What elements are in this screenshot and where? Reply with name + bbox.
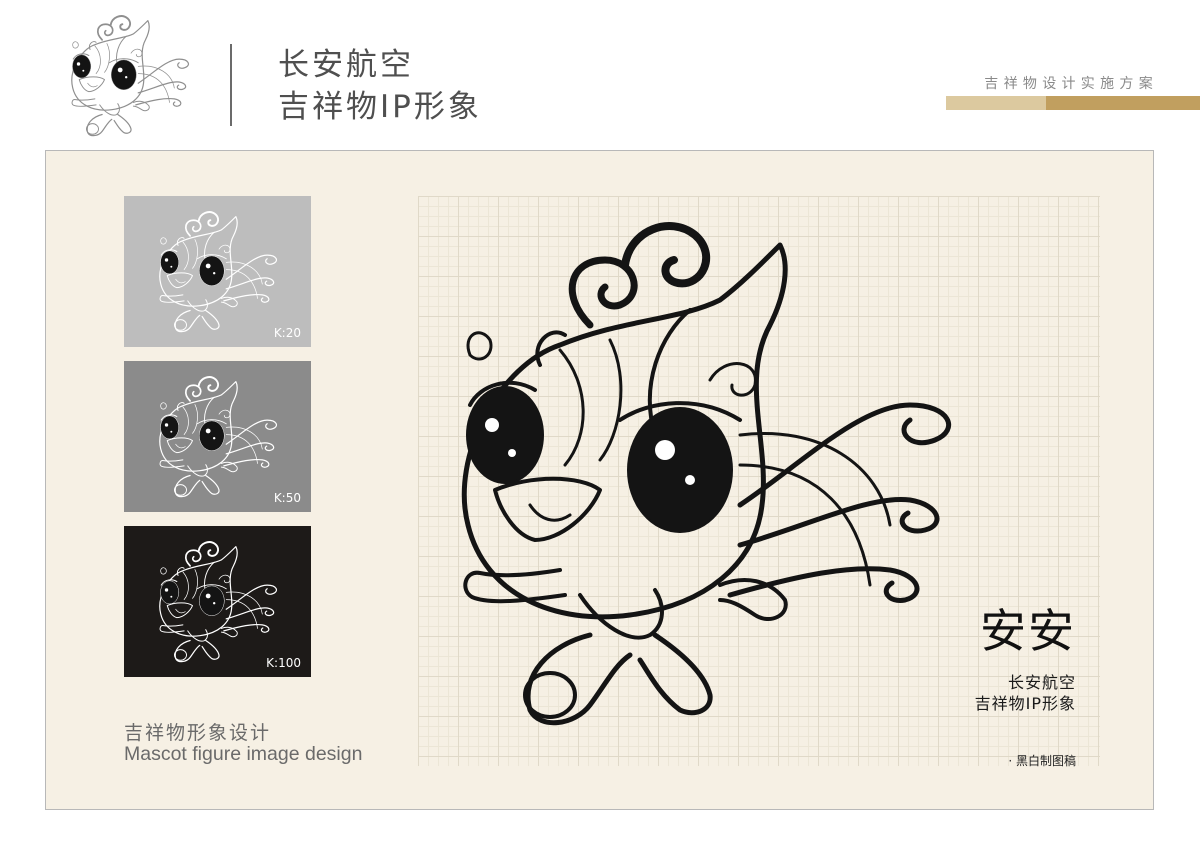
swatch-k50: K:50 <box>124 361 311 512</box>
mascot-subtitle: 长安航空 吉祥物IP形象 <box>975 672 1076 714</box>
mascot-name: 安安 <box>980 604 1076 658</box>
page-title-line1: 长安航空 <box>278 47 414 83</box>
swatch-label: K:20 <box>273 326 301 340</box>
swatch-label: K:50 <box>273 491 301 505</box>
header-accent-bar <box>946 96 1200 110</box>
mascot-logo-icon <box>66 8 196 144</box>
caption-chinese: 吉祥物形象设计 <box>124 722 272 744</box>
swatch-k100: K:100 <box>124 526 311 677</box>
accent-bar-light <box>946 96 1046 110</box>
page-title: 长安航空 吉祥物IP形象 <box>278 44 482 128</box>
draft-note: · 黑白制图稿 <box>1008 754 1076 768</box>
header-divider <box>230 44 232 126</box>
mascot-k20-icon <box>154 202 284 342</box>
caption-english: Mascot figure image design <box>124 743 363 765</box>
mascot-k50-icon <box>154 367 284 507</box>
mascot-subtitle-line2: 吉祥物IP形象 <box>974 694 1076 713</box>
accent-bar-dark <box>1046 96 1200 110</box>
swatch-label: K:100 <box>266 656 301 670</box>
section-subtitle: 吉祥物设计实施方案 <box>984 76 1158 92</box>
page-title-line2: 吉祥物IP形象 <box>278 89 482 125</box>
mascot-k100-icon <box>154 532 284 672</box>
swatch-k20: K:20 <box>124 196 311 347</box>
mascot-subtitle-line1: 长安航空 <box>1007 673 1076 692</box>
mascot-main-icon <box>440 205 980 745</box>
